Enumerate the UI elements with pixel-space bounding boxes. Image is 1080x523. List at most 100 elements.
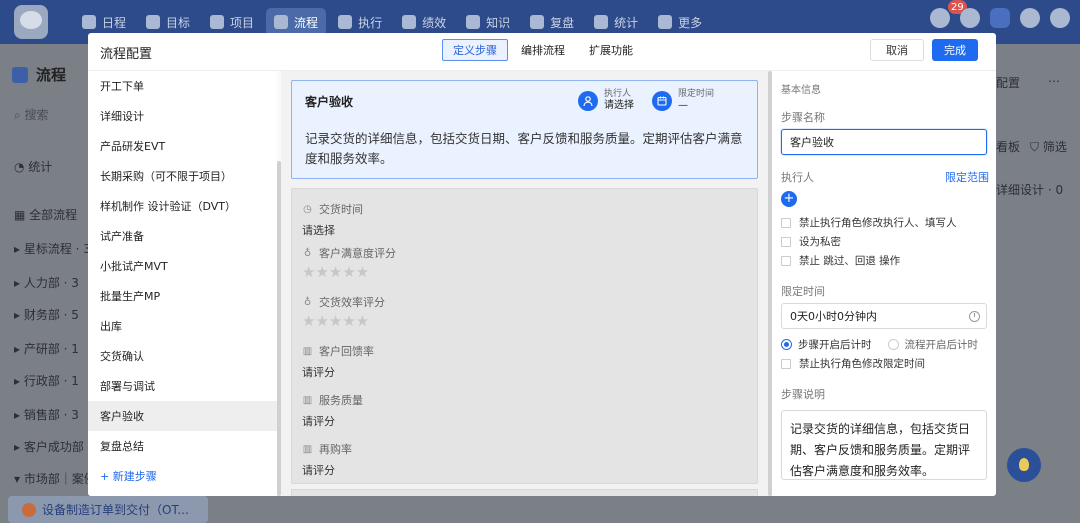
next-form-card[interactable] [291,489,758,496]
assistant-icon[interactable] [990,8,1010,28]
sidebar-group[interactable]: ▸ 财务部 · 5 [14,306,79,323]
checkbox-forbid-skip[interactable]: 禁止 跳过、回退 操作 [781,253,900,268]
checkbox-forbid-modify-executor[interactable]: 禁止执行角色修改执行人、填写人 [781,215,957,230]
sidebar-group[interactable]: ▾ 市场部｜案例 [14,470,96,487]
radio[interactable] [781,339,792,350]
step-item[interactable]: 详细设计 [88,101,277,131]
filter-button[interactable]: ⛉ 筛选 [1030,138,1067,155]
tab-define-steps[interactable]: 定义步骤 [442,39,508,61]
tab-arrange-flow[interactable]: 编排流程 [510,39,576,61]
avatar[interactable] [1050,8,1070,28]
nav-item-knowledge[interactable]: 知识 [458,8,518,36]
sidebar-group[interactable]: ▸ 客户成功部 [14,438,84,455]
step-item-selected[interactable]: 客户验收 [88,401,277,431]
gear-icon[interactable] [1020,8,1040,28]
sidebar-group[interactable]: ▸ 人力部 · 3 [14,274,79,291]
sidebar-search[interactable]: ⌕ 搜索 [14,106,49,123]
step-info-card[interactable]: 客户验收 执行人 请选择 限定时间 — 记录交货的详细信息，包括交货日期、客户反… [291,80,758,179]
step-item[interactable]: 开工下单 [88,71,277,101]
more-icon[interactable]: ⋯ [1048,74,1060,88]
step-item[interactable]: 出库 [88,311,277,341]
sidebar-item-all-flows[interactable]: ▦ 全部流程 [14,206,77,223]
limit-scope-link[interactable]: 限定范围 [945,169,989,185]
review-icon [530,15,545,29]
nav-item-goals[interactable]: 目标 [138,8,198,36]
step-item[interactable]: 复盘总结 [88,431,277,461]
step-item[interactable]: 小批试产MVT [88,251,277,281]
executor-label: 执行人 [781,171,814,184]
time-limit-meta[interactable]: 限定时间 — [652,89,714,112]
form-field[interactable]: ▥ 客户回馈率 请评分 [302,343,374,380]
step-item[interactable]: 样机制作 设计验证（DVT） [88,191,277,221]
checkbox-forbid-modify-time[interactable]: 禁止执行角色修改限定时间 [781,356,925,371]
bar-chart-icon: ▥ [302,443,313,455]
nav-item-schedule[interactable]: 日程 [74,8,134,36]
board-column-title: 详细设计 · 0 [996,183,1064,197]
checkbox-private[interactable]: 设为私密 [781,234,841,249]
app-logo[interactable] [14,5,48,39]
config-button[interactable]: 配置 [996,74,1020,91]
step-card-title: 客户验收 [305,95,354,109]
form-field[interactable]: ♁ 客户满意度评分 ★★★★★ [302,245,396,280]
book-icon [466,15,481,29]
step-desc-textarea[interactable]: 记录交货的详细信息，包括交货日期、客户反馈和服务质量。定期评估客户满意度和服务效… [781,410,987,480]
nav-item-more[interactable]: 更多 [650,8,710,36]
step-item[interactable]: 批量生产MP [88,281,277,311]
time-limit-label: 限定时间 [781,285,825,298]
nav-item-review[interactable]: 复盘 [522,8,582,36]
nav-item-stats[interactable]: 统计 [586,8,646,36]
settings-panel: 基本信息 步骤名称 客户验收 执行人 限定范围 + 禁止执行角色修改执行人、填写… [772,71,996,496]
target-icon [146,15,161,29]
executor-value: 请选择 [604,100,634,111]
clock-icon: ◷ [303,203,312,215]
checkbox[interactable] [781,255,791,266]
task-icon [22,502,36,517]
step-item[interactable]: 交货确认 [88,341,277,371]
step-item[interactable]: 产品研发EVT [88,131,277,161]
form-field[interactable]: ♁ 交货效率评分 ★★★★★ [302,294,385,329]
time-limit-input[interactable]: 0天0小时0分钟内 [781,303,987,329]
nav-item-execution[interactable]: 执行 [330,8,390,36]
checkbox[interactable] [781,217,791,228]
radio-after-step[interactable]: 步骤开启后计时 [781,337,872,352]
view-board-button[interactable]: 看板 [996,138,1020,155]
sidebar-group[interactable]: ▸ 产研部 · 1 [14,340,79,357]
sidebar: 流程 ⌕ 搜索 ◔ 统计 ▦ 全部流程 ▸ 星标流程 · 3 ▸ 人力部 · 3… [0,44,96,523]
cancel-button[interactable]: 取消 [870,39,924,61]
step-form-card[interactable]: ◷ 交货时间 请选择 ♁ 客户满意度评分 ★★★★★ ♁ 交货效率评分 ★★★★★ ▥… [291,188,758,484]
nav-item-performance[interactable]: 绩效 [394,8,454,36]
form-field[interactable]: ▥ 服务质量 请评分 [302,392,363,429]
grid-icon [658,15,673,29]
star-rating[interactable]: ★★★★★ [302,265,396,280]
step-name-input[interactable]: 客户验收 [781,129,987,155]
step-item[interactable]: 试产准备 [88,221,277,251]
nav-item-projects[interactable]: 项目 [202,8,262,36]
done-button[interactable]: 完成 [932,39,978,61]
time-limit-value: — [678,100,688,111]
star-rating[interactable]: ★★★★★ [302,314,385,329]
nav-item-flows[interactable]: 流程 [266,8,327,36]
time-limit-label: 限定时间 [678,89,715,99]
step-item[interactable]: 长期采购（可不限于项目） [88,161,277,191]
form-field[interactable]: ◷ 交货时间 请选择 [302,201,363,238]
help-float-button[interactable] [1007,448,1041,482]
sidebar-group[interactable]: ▸ 星标流程 · 3 [14,240,91,257]
executor-meta[interactable]: 执行人 请选择 [578,89,634,112]
radio-after-flow[interactable]: 流程开启后计时 [887,337,978,352]
add-executor-button[interactable]: + [781,191,797,207]
add-step-button[interactable]: + 新建步骤 [88,461,277,491]
sidebar-group[interactable]: ▸ 行政部 · 1 [14,372,79,389]
search-icon[interactable] [960,8,980,28]
sidebar-item-stats[interactable]: ◔ 统计 [14,158,52,175]
radio[interactable] [887,339,899,350]
sidebar-group[interactable]: ▸ 销售部 · 3 [14,406,79,423]
step-description: 记录交货的详细信息，包括交货日期、客户反馈和服务质量。定期评估客户满意度和服务效… [305,131,743,166]
step-item[interactable]: 部署与调试 [88,371,277,401]
bell-icon[interactable] [930,8,950,28]
checkbox[interactable] [781,358,791,369]
sidebar-active-task[interactable]: 设备制造订单到交付（OT... [8,496,208,523]
modal-header: 流程配置 定义步骤 编排流程 扩展功能 取消 完成 [88,33,996,71]
checkbox[interactable] [781,236,791,247]
form-field[interactable]: ▥ 再购率 请评分 [302,441,352,478]
tab-extensions[interactable]: 扩展功能 [578,39,644,61]
